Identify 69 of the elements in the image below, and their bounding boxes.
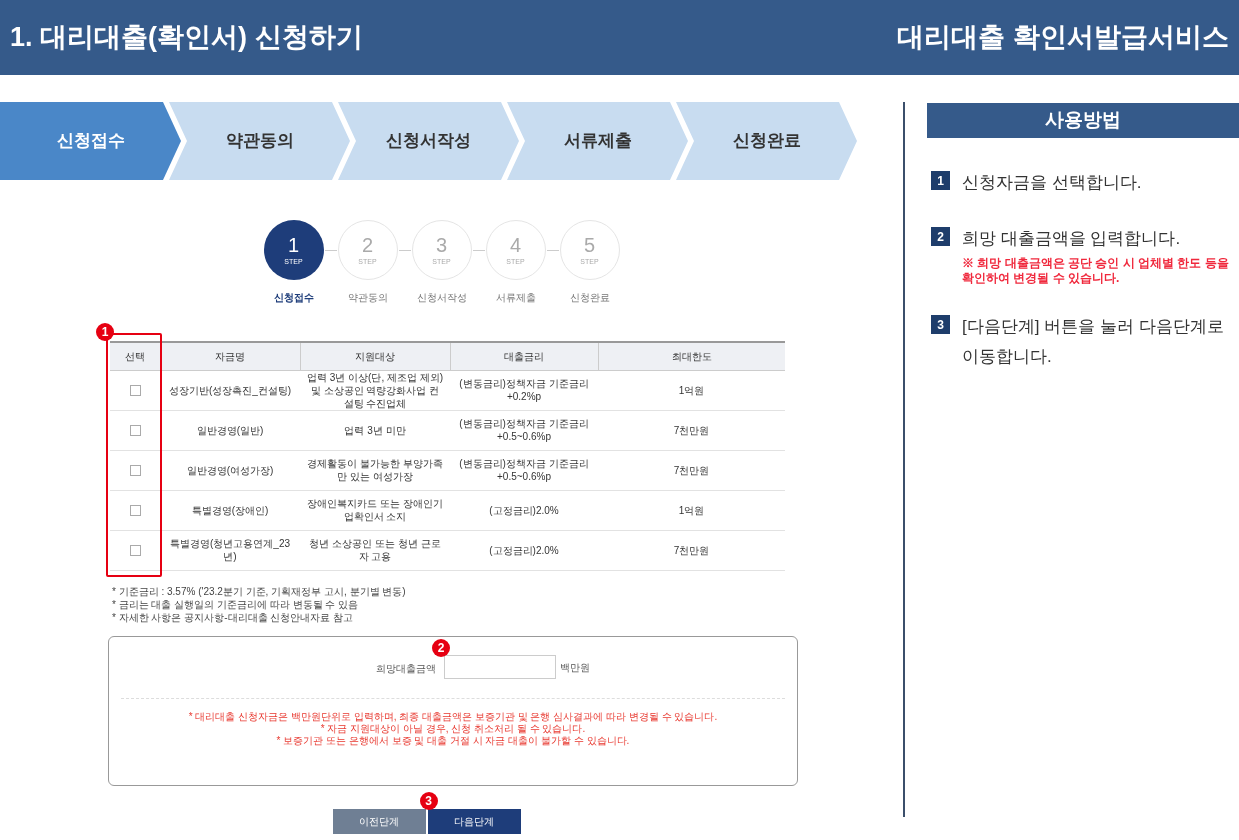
progress-step: 신청접수 xyxy=(0,102,181,180)
table-cell: 일반경영(일반) xyxy=(160,410,300,450)
unit-label: 백만원 xyxy=(560,660,590,675)
previous-button[interactable]: 이전단계 xyxy=(332,808,426,834)
step-number-badge: 1 xyxy=(931,171,950,190)
notice-text: * 자금 지원대상이 아닐 경우, 신청 취소처리 될 수 있습니다. xyxy=(320,722,586,735)
column-header: 자금명 xyxy=(160,342,300,370)
footnote: * 자세한 사항은 공지사항-대리대출 신청안내자료 참고 xyxy=(112,610,355,624)
column-header: 선택 xyxy=(110,342,160,370)
service-title: 대리대출 확인서발급서비스 xyxy=(897,21,1229,55)
page-title: 1. 대리대출(확인서) 신청하기 xyxy=(10,21,363,55)
step-number: 4 xyxy=(509,235,522,255)
table-cell: 7천만원 xyxy=(598,530,785,570)
step-caption: 신청완료 xyxy=(569,291,610,305)
step-caption: 신청접수 xyxy=(273,291,314,305)
guide-text: 신청자금을 선택합니다. xyxy=(962,172,1142,194)
progress-step: 서류제출 xyxy=(507,102,688,180)
table-cell: 청년 소상공인 또는 청년 근로자 고용 xyxy=(300,530,450,570)
table-cell: 특별경영(장애인) xyxy=(160,490,300,530)
column-header: 대출금리 xyxy=(450,342,598,370)
notice-text: * 보증기관 또는 은행에서 보증 및 대출 거절 시 자금 대출이 불가할 수 있습니다. xyxy=(276,734,630,747)
progress-step: 신청완료 xyxy=(676,102,857,180)
table-cell: 일반경영(여성가장) xyxy=(160,450,300,490)
footnote: * 기준금리 : 3.57% ('23.2분기 기준, 기획재정부 고시, 분기별 변동) xyxy=(112,584,407,598)
annotation-badge: 3 xyxy=(419,791,438,810)
annotation-badge: 1 xyxy=(96,323,114,341)
table-cell: 1억원 xyxy=(598,370,785,410)
notice-text: * 대리대출 신청자금은 백만원단위로 입력하며, 최종 대출금액은 보증기관 및 은행 심사결과에 따라 변경될 수 있습니다. xyxy=(188,710,718,723)
table-cell: 특별경영(청년고용연계_23년) xyxy=(160,530,300,570)
amount-input[interactable] xyxy=(444,655,556,679)
table-cell: (변동금리)정책자금 기준금리+0.5~0.6%p xyxy=(450,450,598,490)
step-number: 5 xyxy=(583,235,596,255)
field-label: 희망대출금액 xyxy=(376,663,436,674)
table-cell: 7천만원 xyxy=(598,450,785,490)
table-cell: 경제활동이 불가능한 부양가족만 있는 여성가장 xyxy=(300,450,450,490)
checkbox[interactable] xyxy=(129,384,141,396)
column-header: 최대한도 xyxy=(598,342,785,370)
table-cell: (고정금리)2.0% xyxy=(450,530,598,570)
next-button[interactable]: 다음단계 xyxy=(427,808,521,834)
table-cell: (변동금리)정책자금 기준금리+0.2%p xyxy=(450,370,598,410)
table-cell: 업력 3년 이상(단, 제조업 제외) 및 소상공인 역량강화사업 컨설팅 수진업체 xyxy=(300,370,450,410)
column-header: 지원대상 xyxy=(300,342,450,370)
step-number: 3 xyxy=(435,235,448,255)
guide-text: 희망 대출금액을 입력합니다. xyxy=(962,228,1182,250)
table-cell: 장애인복지카드 또는 장애인기업확인서 소지 xyxy=(300,490,450,530)
step-caption: 신청서작성 xyxy=(416,291,467,305)
step-caption: 서류제출 xyxy=(495,291,536,305)
step-number-badge: 3 xyxy=(931,315,950,334)
table-cell: (변동금리)정책자금 기준금리+0.5~0.6%p xyxy=(450,410,598,450)
table-cell: 1억원 xyxy=(598,490,785,530)
step-number-badge: 2 xyxy=(931,227,950,246)
step-caption: 약관동의 xyxy=(347,291,388,305)
annotation-badge: 2 xyxy=(432,639,450,657)
checkbox[interactable] xyxy=(129,544,141,556)
table-cell: 업력 3년 미만 xyxy=(300,410,450,450)
guide-text: [다음단계] 버튼을 눌러 다음단계로 이동합니다. xyxy=(962,316,1225,368)
guide-note: ※ 희망 대출금액은 공단 승인 시 업체별 한도 등을 확인하여 변경될 수 있습니다. xyxy=(962,256,1230,286)
table-cell: 7천만원 xyxy=(598,410,785,450)
guide-title: 사용방법 xyxy=(927,103,1239,138)
checkbox[interactable] xyxy=(129,464,141,476)
progress-step: 약관동의 xyxy=(169,102,350,180)
step-number: 1 xyxy=(287,235,300,255)
table-cell: (고정금리)2.0% xyxy=(450,490,598,530)
step-number: 2 xyxy=(361,235,374,255)
checkbox[interactable] xyxy=(129,504,141,516)
checkbox[interactable] xyxy=(129,424,141,436)
footnote: * 금리는 대출 실행일의 기준금리에 따라 변동될 수 있음 xyxy=(112,597,360,611)
table-cell: 성장기반(성장촉진_컨설팅) xyxy=(160,370,300,410)
progress-step: 신청서작성 xyxy=(338,102,519,180)
